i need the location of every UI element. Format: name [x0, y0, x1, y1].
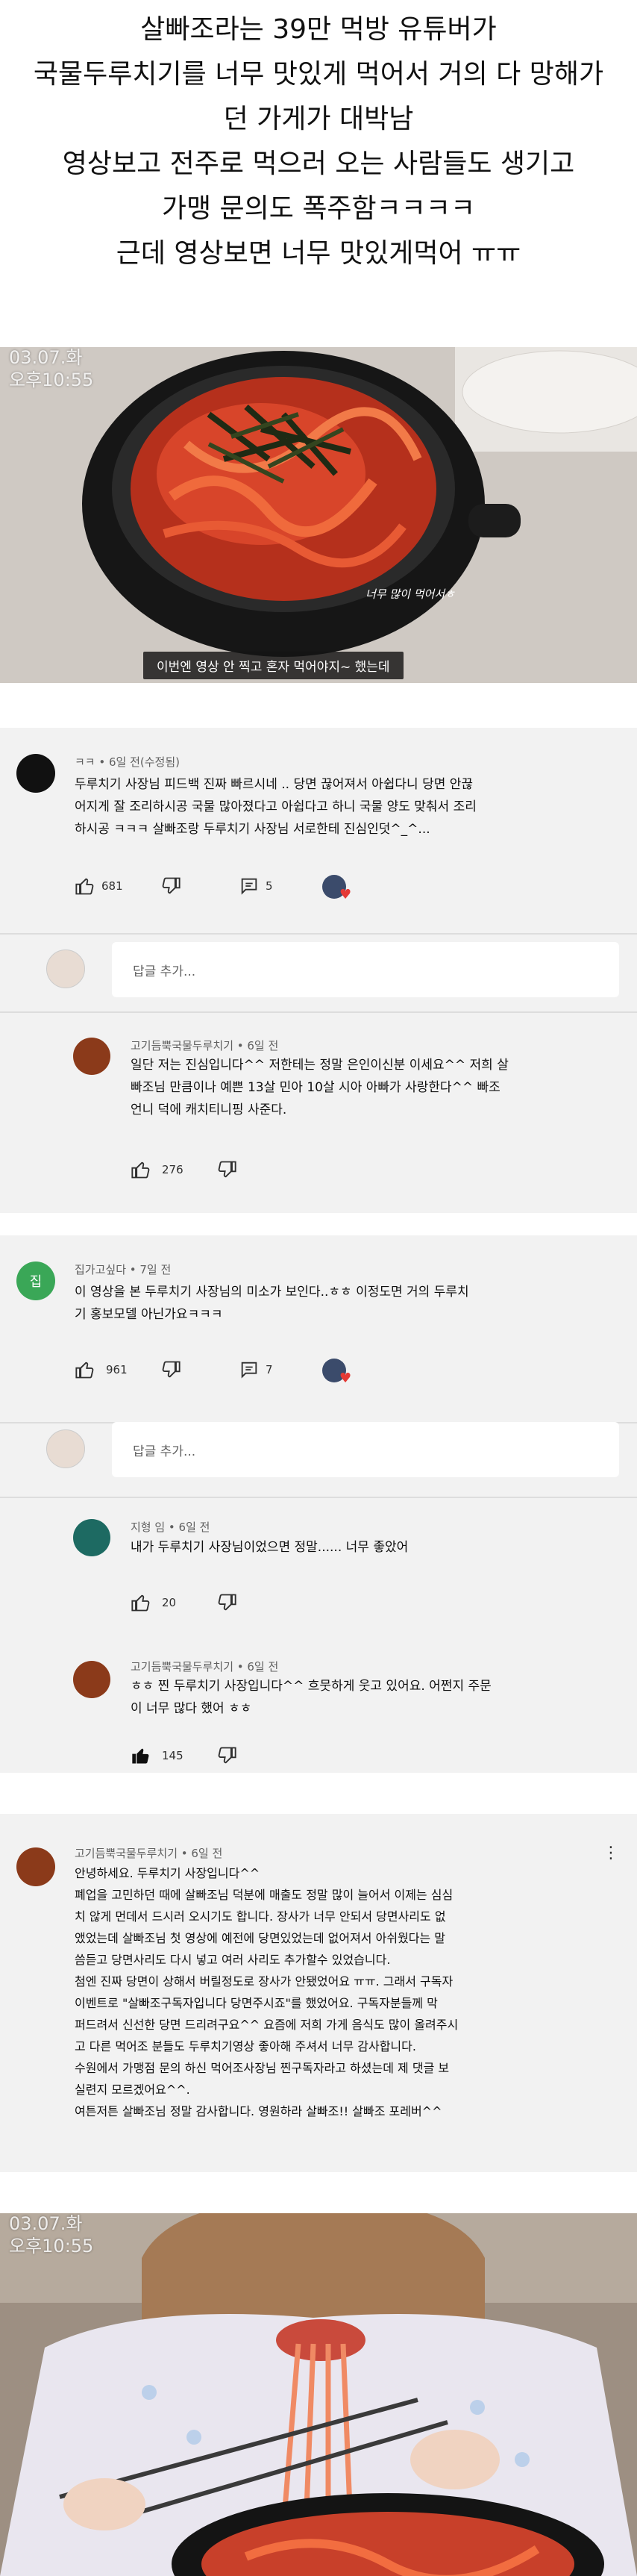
reply-input[interactable]: 답글 추가...: [112, 1422, 619, 1477]
eating-noodles-illustration: [0, 2213, 637, 2576]
comment2-line: 기 홍보모델 아닌가요ㅋㅋㅋ: [75, 1307, 223, 1322]
reply1-line: 언니 덕에 캐치티니핑 사준다.: [131, 1103, 287, 1117]
user-avatar: [46, 949, 85, 988]
reply2-text: 내가 두루치기 사장님이었으면 정말...... 너무 좋았어: [131, 1536, 408, 1559]
video1-caption: 이번엔 영상 안 찍고 혼자 먹어야지~ 했는데: [143, 652, 404, 679]
reply1-line: 일단 저는 진심입니다^^ 저한테는 정말 은인이신분 이세요^^ 저희 살: [131, 1058, 509, 1073]
headline-line-2: 국물두루치기를 너무 맛있게 먹어서 거의 다 망해가: [33, 59, 604, 90]
video2-time: 오후10:55: [9, 2236, 94, 2257]
comment3-line: 첨엔 진짜 당면이 상해서 버릴정도로 장사가 안됐었어요 ㅠㅠ. 그래서 구독…: [75, 1974, 454, 1989]
thumbs-up-icon: [131, 1594, 150, 1612]
comment3-line: 폐업을 고민하던 때에 살빠조님 덕분에 매출도 정말 많이 늘어서 이제는 심…: [75, 1888, 454, 1902]
like-count: 681: [101, 879, 123, 893]
user-avatar: [46, 1429, 85, 1468]
reply-count-button[interactable]: 5: [239, 873, 273, 899]
like-count: 20: [162, 1596, 177, 1609]
dislike-button[interactable]: [216, 1743, 237, 1768]
reply3-text: ㅎㅎ 찐 두루치기 사장입니다^^ 흐뭇하게 웃고 있어요. 어쩐지 주문 이 …: [131, 1675, 492, 1720]
comment3-line: 고 다른 먹어조 분들도 두루치기영상 좋아해 주셔서 너무 감사합니다.: [75, 2039, 416, 2053]
comment3-line: 씀듣고 당면사리도 다시 넣고 여러 사리도 추가할수 있었습니다.: [75, 1953, 391, 1967]
thumbs-down-icon: [218, 1747, 236, 1764]
reply1-text: 일단 저는 진심입니다^^ 저한테는 정말 은인이신분 이세요^^ 저희 살 빠…: [131, 1054, 509, 1121]
comment3-line: 수원에서 가맹점 문의 하신 먹어조사장님 찐구독자라고 하셨는데 제 댓글 보: [75, 2061, 450, 2075]
heart-icon: ♥: [339, 887, 352, 902]
like-button[interactable]: 681: [75, 873, 123, 899]
comment1-author-meta: ㅋㅋ • 6일 전(수정됨): [75, 755, 181, 769]
divider: [0, 1011, 637, 1013]
divider: [0, 1497, 637, 1498]
comment3-line: 이벤트로 "살빠조구독자입니다 당면주시죠"를 했었어요. 구독자분들께 막: [75, 1996, 438, 2010]
comment3-line: 안녕하세요. 두루치기 사장입니다^^: [75, 1866, 260, 1880]
heart-icon: ♥: [339, 1370, 352, 1386]
headline-line-1: 살빠조라는 39만 먹방 유튜버가: [140, 14, 497, 45]
comment3-line: 여튼저튼 살빠조님 정말 감사합니다. 영원하라 살빠조!! 살빠조 포레버^^: [75, 2104, 442, 2118]
like-button[interactable]: 20: [131, 1590, 176, 1615]
comment3-text: 안녕하세요. 두루치기 사장입니다^^ 폐업을 고민하던 때에 살빠조님 덕분에…: [75, 1862, 458, 2122]
reply3-line: 이 너무 많다 했어 ㅎㅎ: [131, 1701, 252, 1716]
thumbs-down-icon: [162, 877, 181, 894]
video-thumbnail-2[interactable]: 03.07.화 오후10:55: [0, 2213, 637, 2576]
headline-line-6: 근데 영상보면 너무 맛있게먹어 ㅠㅠ: [116, 238, 521, 269]
reply-count: 7: [266, 1363, 273, 1376]
comment1-line: 두루치기 사장님 피드백 진짜 빠르시네 .. 당면 끊어져서 아쉽다니 당면 …: [75, 777, 474, 792]
comment2-line: 이 영상을 본 두루치기 사장님의 미소가 보인다..ㅎㅎ 이정도면 거의 두루…: [75, 1285, 469, 1300]
comment1-line: 하시공 ㅋㅋㅋ 살빠조랑 두루치기 사장님 서로한테 진심인덧^_^...: [75, 822, 430, 837]
owner-avatar[interactable]: [16, 1847, 55, 1886]
thumbs-up-icon: [75, 1362, 94, 1379]
headline-line-3: 던 가게가 대박남: [223, 104, 414, 134]
replier-avatar[interactable]: [73, 1519, 110, 1556]
headline-line-4: 영상보고 전주로 먹으러 오는 사람들도 생기고: [62, 149, 575, 179]
dislike-button[interactable]: [160, 873, 181, 899]
comment-icon: [241, 878, 257, 895]
divider: [0, 933, 637, 935]
comment2-author-meta: 집가고싶다 • 7일 전: [75, 1263, 172, 1276]
thumbs-up-icon: [75, 878, 94, 895]
video-thumbnail-1[interactable]: 03.07.화 오후10:55 너무 많이 먹어서ㅎ 이번엔 영상 안 찍고 혼…: [0, 347, 637, 683]
like-button[interactable]: 145: [131, 1743, 183, 1768]
like-button[interactable]: 961: [75, 1357, 128, 1382]
thumbs-down-icon: [218, 1161, 236, 1178]
owner-avatar[interactable]: [73, 1038, 110, 1075]
thumbs-up-filled-icon: [132, 1748, 149, 1764]
noodle-bowl-illustration: [0, 347, 637, 683]
reply-input[interactable]: 답글 추가...: [112, 942, 619, 997]
like-count: 276: [162, 1163, 183, 1176]
reply3-author-meta: 고기듬뿍국물두루치기 • 6일 전: [131, 1660, 279, 1674]
comment-icon: [241, 1362, 257, 1379]
commenter-avatar[interactable]: [16, 754, 55, 793]
dislike-button[interactable]: [160, 1357, 181, 1382]
like-count: 145: [162, 1749, 183, 1762]
reply1-author-meta: 고기듬뿍국물두루치기 • 6일 전: [131, 1039, 279, 1052]
headline: 살빠조라는 39만 먹방 유튜버가 국물두루치기를 너무 맛있게 먹어서 거의 …: [0, 0, 637, 276]
video2-date: 03.07.화: [9, 2213, 83, 2234]
comment1-text: 두루치기 사장님 피드백 진짜 빠르시네 .. 당면 끊어져서 아쉽다니 당면 …: [75, 773, 477, 841]
comment3-line: 치 않게 먼데서 드시러 오시기도 합니다. 장사가 너무 안되서 당면사리도 …: [75, 1909, 446, 1924]
video1-time: 오후10:55: [9, 369, 94, 390]
reply1-line: 빠조님 만큼이나 예쁜 13살 민아 10살 시아 아빠가 사랑한다^^ 빠조: [131, 1080, 501, 1095]
comment1-line: 어지게 잘 조리하시공 국물 많아졌다고 아쉽다고 하니 국물 양도 맞춰서 조…: [75, 799, 477, 814]
owner-avatar[interactable]: [73, 1661, 110, 1698]
headline-line-5: 가맹 문의도 폭주함ㅋㅋㅋㅋ: [161, 193, 476, 224]
like-button[interactable]: 276: [131, 1157, 183, 1182]
reply-count-button[interactable]: 7: [239, 1357, 273, 1382]
dislike-button[interactable]: [216, 1157, 237, 1182]
commenter-avatar[interactable]: 집: [16, 1262, 55, 1300]
video1-inline-caption: 너무 많이 먹어서ㅎ: [365, 587, 455, 601]
video1-date: 03.07.화: [9, 347, 83, 368]
thumbs-down-icon: [218, 1594, 236, 1611]
reply-count: 5: [266, 879, 273, 893]
more-options-icon[interactable]: ⋮: [603, 1844, 619, 1862]
thumbs-down-icon: [162, 1361, 181, 1378]
comment3-line: 퍼드려서 신선한 당면 드리려구요^^ 요즘에 저희 가게 음식도 많이 올려주…: [75, 2018, 459, 2032]
comment3-author-meta: 고기듬뿍국물두루치기 • 6일 전: [75, 1847, 223, 1860]
thumbs-up-icon: [131, 1161, 150, 1179]
comment3-line: 실련지 모르겠어요^^.: [75, 2083, 190, 2097]
reply2-line: 내가 두루치기 사장님이었으면 정말...... 너무 좋았어: [131, 1540, 409, 1555]
reply3-line: ㅎㅎ 찐 두루치기 사장입니다^^ 흐뭇하게 웃고 있어요. 어쩐지 주문: [131, 1679, 492, 1694]
comment3-line: 앴었는데 살빠조님 첫 영상에 예전에 당면있었는데 없어져서 아쉬웠다는 말: [75, 1931, 446, 1945]
comment2-text: 이 영상을 본 두루치기 사장님의 미소가 보인다..ㅎㅎ 이정도면 거의 두루…: [75, 1281, 469, 1326]
reply2-author-meta: 지형 임 • 6일 전: [131, 1521, 210, 1534]
like-count: 961: [106, 1363, 128, 1376]
dislike-button[interactable]: [216, 1590, 237, 1615]
